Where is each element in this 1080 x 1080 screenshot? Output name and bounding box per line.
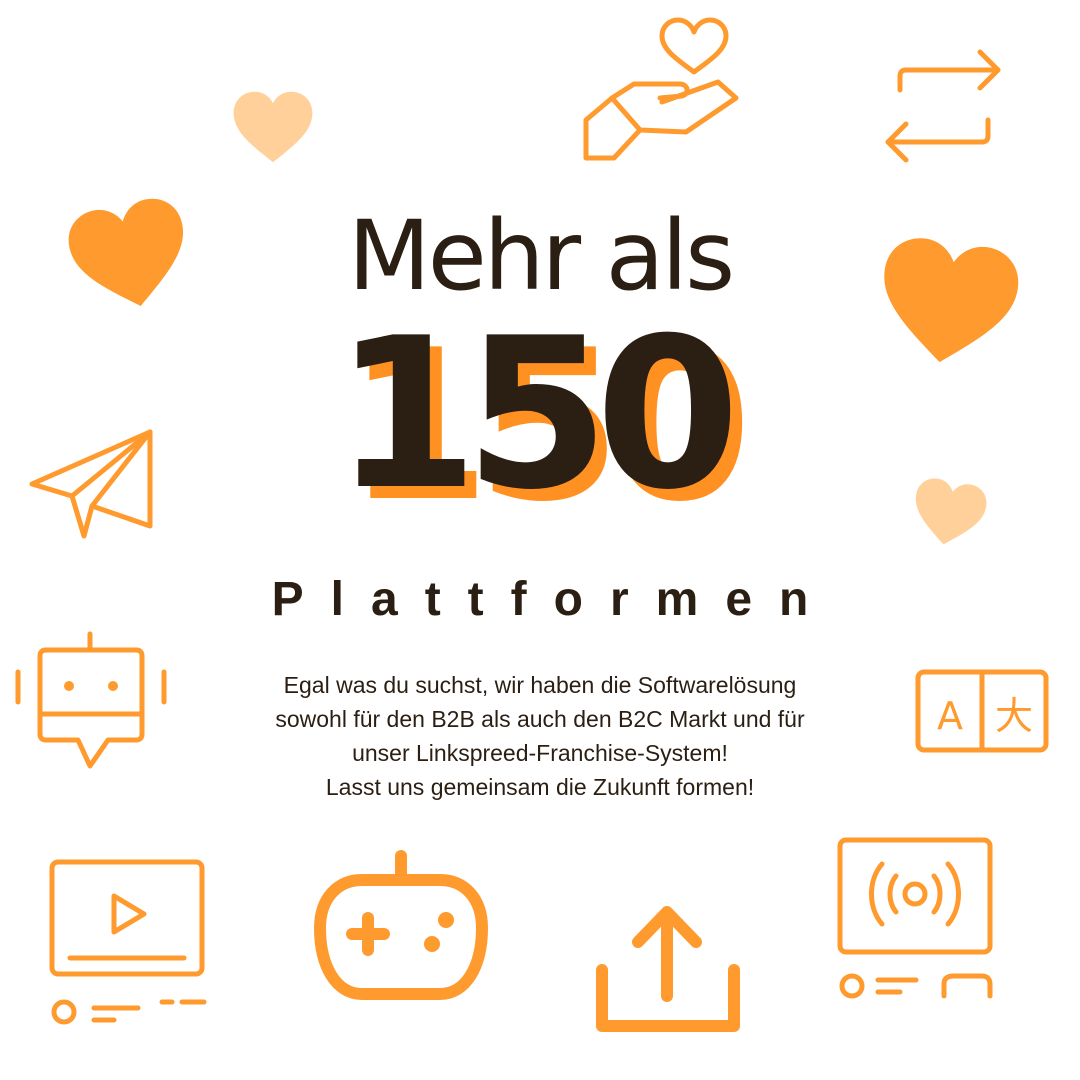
robot-chat-icon <box>14 630 174 775</box>
platform-count-number: 150 <box>333 294 740 536</box>
description-line: Egal was du suchst, wir haben die Softwa… <box>283 672 797 698</box>
description-line: unser Linkspreed-Franchise-System! <box>352 740 728 766</box>
gamepad-icon <box>312 848 490 1003</box>
description-line: Lasst uns gemeinsam die Zukunft formen! <box>325 774 755 800</box>
translate-icon-latin: A <box>937 694 963 738</box>
description-line: sowohl für den B2B als auch den B2C Mark… <box>275 706 805 732</box>
platform-count: 150 150 <box>290 294 770 536</box>
heart-light-icon <box>912 478 987 548</box>
translate-icon: A 大 <box>914 668 1050 754</box>
upload-icon <box>594 898 744 1038</box>
subtitle: Plattformen <box>271 573 836 626</box>
heart-hand-icon <box>582 10 742 170</box>
translate-icon-cjk: 大 <box>995 694 1033 738</box>
description: Egal was du suchst, wir haben die Softwa… <box>170 668 910 804</box>
paper-plane-icon <box>28 428 158 543</box>
video-player-icon <box>48 858 213 1028</box>
repeat-arrows-icon <box>882 44 1006 168</box>
heart-light-icon <box>232 90 314 164</box>
broadcast-icon <box>836 836 996 1006</box>
